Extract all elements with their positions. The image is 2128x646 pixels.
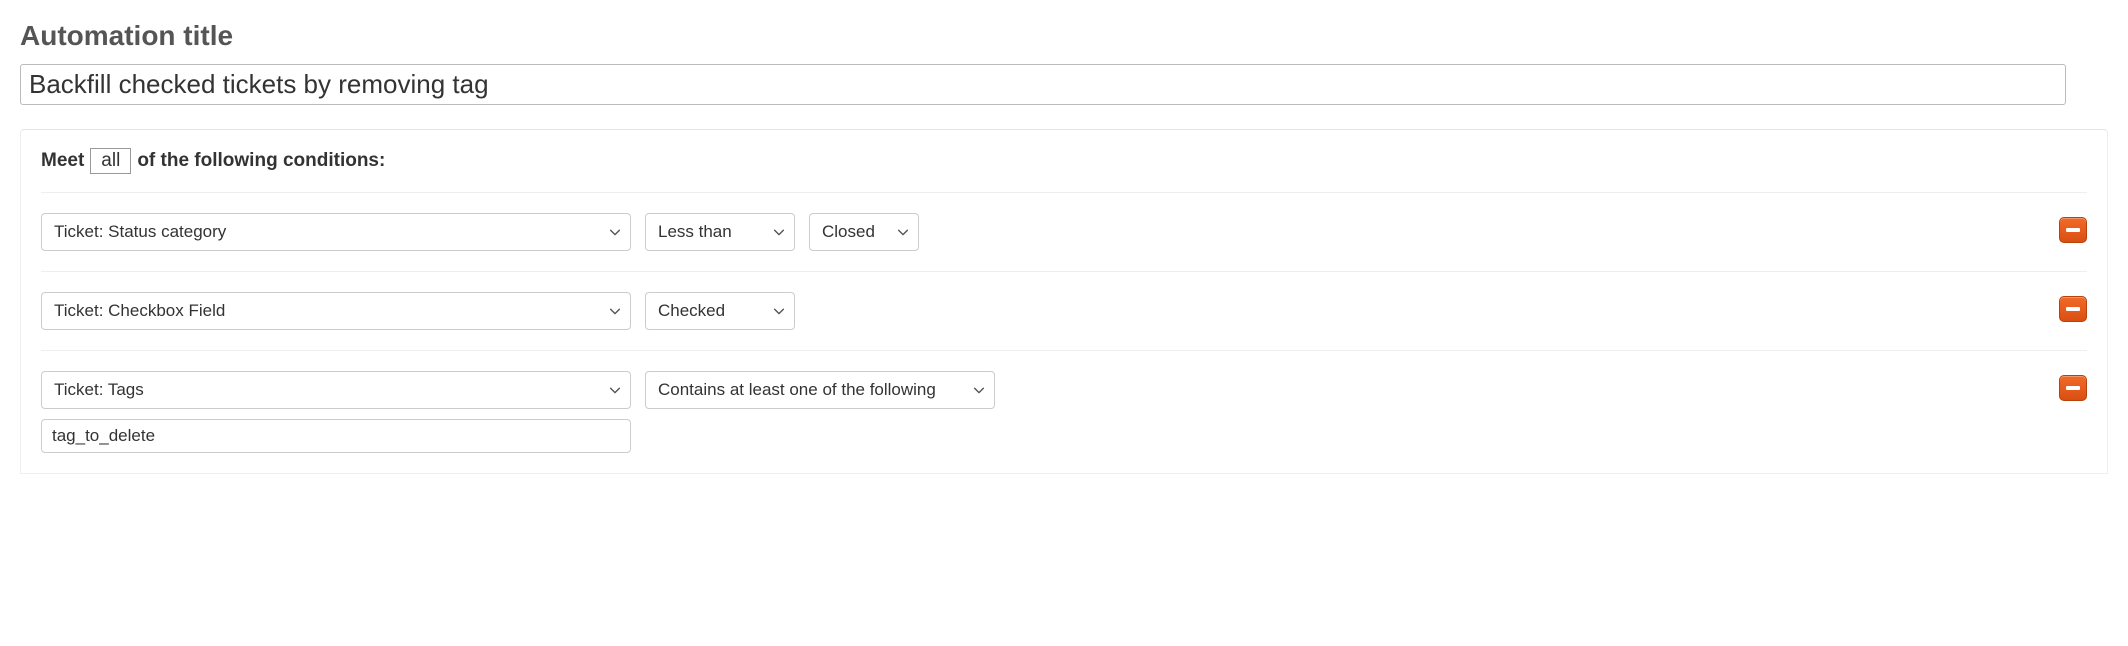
condition-field-select[interactable]: Ticket: Checkbox Field <box>41 292 631 330</box>
conditions-scope-select[interactable]: all <box>90 148 131 174</box>
condition-row: Ticket: Status category Less than Closed <box>41 192 2087 271</box>
condition-tag-input[interactable] <box>41 419 631 453</box>
chevron-down-icon <box>608 304 622 318</box>
condition-row: Ticket: Tags Contains at least one of th… <box>41 350 2087 473</box>
condition-operator-value: Contains at least one of the following <box>658 380 936 400</box>
chevron-down-icon <box>896 225 910 239</box>
condition-field-select[interactable]: Ticket: Tags <box>41 371 631 409</box>
condition-field-value: Ticket: Checkbox Field <box>54 301 225 321</box>
minus-icon <box>2066 228 2080 232</box>
condition-operator-select[interactable]: Checked <box>645 292 795 330</box>
condition-operator-select[interactable]: Less than <box>645 213 795 251</box>
conditions-scope-value: all <box>101 150 120 172</box>
condition-operator-value: Less than <box>658 222 732 242</box>
conditions-header-suffix: of the following conditions: <box>137 150 385 172</box>
condition-operator-select[interactable]: Contains at least one of the following <box>645 371 995 409</box>
minus-icon <box>2066 386 2080 390</box>
remove-condition-button[interactable] <box>2059 375 2087 401</box>
chevron-down-icon <box>608 225 622 239</box>
remove-condition-button[interactable] <box>2059 296 2087 322</box>
chevron-down-icon <box>772 225 786 239</box>
conditions-panel: Meet all of the following conditions: Ti… <box>20 129 2108 474</box>
condition-field-select[interactable]: Ticket: Status category <box>41 213 631 251</box>
minus-icon <box>2066 307 2080 311</box>
chevron-down-icon <box>772 304 786 318</box>
chevron-down-icon <box>608 383 622 397</box>
automation-title-input[interactable] <box>20 64 2066 105</box>
chevron-down-icon <box>972 383 986 397</box>
automation-title-label: Automation title <box>20 20 2108 52</box>
condition-value-select[interactable]: Closed <box>809 213 919 251</box>
condition-field-value: Ticket: Status category <box>54 222 226 242</box>
conditions-header-prefix: Meet <box>41 150 84 172</box>
condition-value-text: Closed <box>822 222 875 242</box>
conditions-header: Meet all of the following conditions: <box>41 148 2087 174</box>
condition-field-value: Ticket: Tags <box>54 380 144 400</box>
remove-condition-button[interactable] <box>2059 217 2087 243</box>
condition-operator-value: Checked <box>658 301 725 321</box>
condition-row: Ticket: Checkbox Field Checked <box>41 271 2087 350</box>
